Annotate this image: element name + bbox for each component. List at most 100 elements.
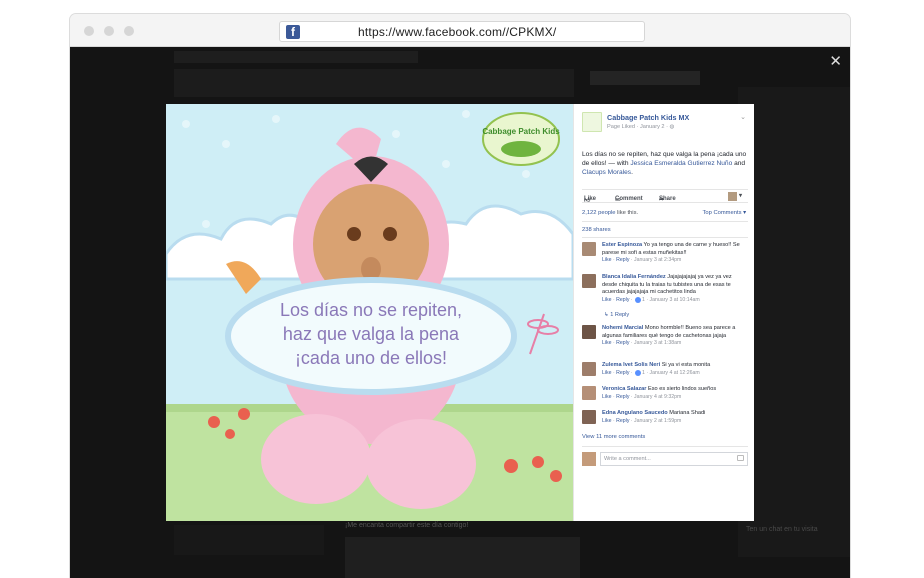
comment-meta: Like · Reply · January 2 at 1:59pm [602,417,682,424]
divider [582,221,748,222]
bg-search-bar [174,51,418,63]
comment-timestamp[interactable]: · January 4 at 12:26am [646,370,699,376]
comment-meta: Like · Reply · 1 · January 3 at 10:14am [602,296,700,304]
comment-input[interactable]: Write a comment... [600,452,748,466]
like-label: Like [584,196,597,202]
bg-left-info [174,525,324,555]
divider [582,237,748,238]
page-viewport: ¡Me encanta compartir este día contigo! … [70,47,850,578]
comment-author[interactable]: Ester Espinoza [602,242,642,248]
window-maximize-dot[interactable] [124,26,134,36]
view-replies-link[interactable]: ↳ 1 Reply [604,312,629,318]
comment-like-link[interactable]: Like [602,370,612,376]
post-side-panel: Cabbage Patch Kids MX Page Liked · Janua… [573,104,754,521]
comment-meta: Like · Reply · 1 · January 4 at 12:26am [602,369,700,376]
address-bar[interactable]: f https://www.facebook.com//CPKMX/ [279,21,645,42]
comment-timestamp[interactable]: · January 3 at 10:14am [646,297,699,303]
comment-meta: Like · Reply · January 3 at 2:34pm [602,257,682,264]
comment-like-link[interactable]: Like [602,418,612,424]
comment-body: Edna Angulano Saucedo Mariana Shadi Like… [602,410,748,425]
bg-right-column [738,87,850,557]
bg-header-strip [174,69,574,97]
comment-body: Blanca Idalia Fernández Jajajajajajaj ya… [602,274,748,305]
commenter-avatar[interactable] [582,274,596,288]
post-meta: Page Liked · January 2 · ◍ [607,124,674,130]
post-options-chevron-icon[interactable]: ⌄ [740,113,746,121]
comment-timestamp[interactable]: · January 3 at 1:38am [631,340,681,346]
post-photo[interactable]: Los días no se repiten, haz que valga la… [166,104,573,521]
post-text-and: and [732,160,746,167]
comment-like-link[interactable]: Like [602,297,612,303]
photo-lightbox: Los días no se repiten, haz que valga la… [166,104,754,521]
comment-text: Mariana Shadi [667,410,706,416]
comment-author[interactable]: Veronica Salazar [602,386,646,392]
photo-illustration: Los días no se repiten, haz que valga la… [166,104,573,521]
photo-caption-line-3: ¡cada uno de ellos! [295,348,447,368]
post-actions-bar: 👍︎ Like ▭ Comment ➦ Share ▾ [582,189,748,204]
tagged-user-2[interactable]: Clacups Morales [582,169,631,176]
post-text: Los días no se repiten, haz que valga la… [582,150,748,177]
comment-text: Si ya vi esta monita [660,362,711,368]
view-more-comments-link[interactable]: View 11 more comments [582,434,645,440]
comment-meta: Like · Reply · January 3 at 1:38am [602,340,682,347]
comment-body: Ester Espinoza Yo ya tengo una de carne … [602,242,748,265]
comment-like-link[interactable]: Like [602,340,612,346]
likes-suffix: like this. [615,210,639,216]
comment-reply-link[interactable]: Reply [616,394,629,400]
comment-like-link[interactable]: Like [602,257,612,263]
commenter-avatar[interactable] [582,410,596,424]
comment-timestamp[interactable]: · January 4 at 9:32pm [631,394,681,400]
page-avatar[interactable] [582,112,602,132]
like-count-icon [635,369,642,376]
comment-author[interactable]: Edna Angulano Saucedo [602,410,668,416]
post-as-avatar[interactable] [728,192,737,201]
composer-avatar [582,452,596,466]
comment-reply-link[interactable]: Reply [616,370,629,376]
comment-reply-link[interactable]: Reply [616,297,629,303]
bg-post-caption: ¡Me encanta compartir este día contigo! [345,522,469,529]
likes-count-link[interactable]: 2,122 people [582,210,616,216]
browser-window: f https://www.facebook.com//CPKMX/ ¡Me e… [70,14,850,578]
comment-label: Comment [615,196,643,202]
comment-body: Veronica Salazar Eso es sierto lindos su… [602,386,748,401]
browser-toolbar: f https://www.facebook.com//CPKMX/ [70,14,850,47]
camera-icon[interactable] [737,455,744,461]
commenter-avatar[interactable] [582,386,596,400]
comment-like-link[interactable]: Like [602,394,612,400]
post-as-chevron-icon[interactable]: ▾ [739,192,742,199]
comment-text: Eso es sierto lindos sueños [646,386,717,392]
commenter-avatar[interactable] [582,325,596,339]
comment-meta: Like · Reply · January 4 at 9:32pm [602,393,682,400]
commenter-avatar[interactable] [582,362,596,376]
facebook-favicon-icon: f [286,25,300,39]
comment-author[interactable]: Zulema Ivet Solis Neri [602,362,660,368]
tagged-user-1[interactable]: Jessica Esmeralda Gutierrez Nuño [630,160,732,167]
comment-like-count: 1 [642,297,645,304]
post-date: Page Liked · January 2 · [607,124,670,130]
photo-logo-text: Cabbage Patch Kids [482,127,560,136]
comment-timestamp[interactable]: · January 2 at 1:59pm [631,418,681,424]
close-lightbox-icon[interactable]: ✕ [829,54,842,69]
url-text: https://www.facebook.com//CPKMX/ [358,25,557,39]
window-minimize-dot[interactable] [104,26,114,36]
comment-reply-link[interactable]: Reply [616,257,629,263]
comment-reply-link[interactable]: Reply [616,418,629,424]
window-close-dot[interactable] [84,26,94,36]
comment-author[interactable]: Nohemi Marcial [602,325,643,331]
comment-input-placeholder: Write a comment... [604,456,651,462]
bg-next-post [345,537,580,578]
page-name-link[interactable]: Cabbage Patch Kids MX [607,113,689,122]
photo-caption-line-1: Los días no se repiten, [280,300,462,320]
top-comments-dropdown[interactable]: Top Comments ▾ [702,210,746,216]
like-count-icon [635,296,642,303]
shares-link[interactable]: 238 shares [582,227,611,233]
comment-author[interactable]: Blanca Idalia Fernández [602,274,666,280]
comment-timestamp[interactable]: · January 3 at 2:34pm [631,257,681,263]
comment-reply-link[interactable]: Reply [616,340,629,346]
comment-like-count: 1 [642,369,645,376]
share-label: Share [659,196,676,202]
photo-caption-line-2: haz que valga la pena [283,324,460,344]
comment-composer: Write a comment... [582,450,748,468]
bg-share-page [590,71,700,85]
commenter-avatar[interactable] [582,242,596,256]
